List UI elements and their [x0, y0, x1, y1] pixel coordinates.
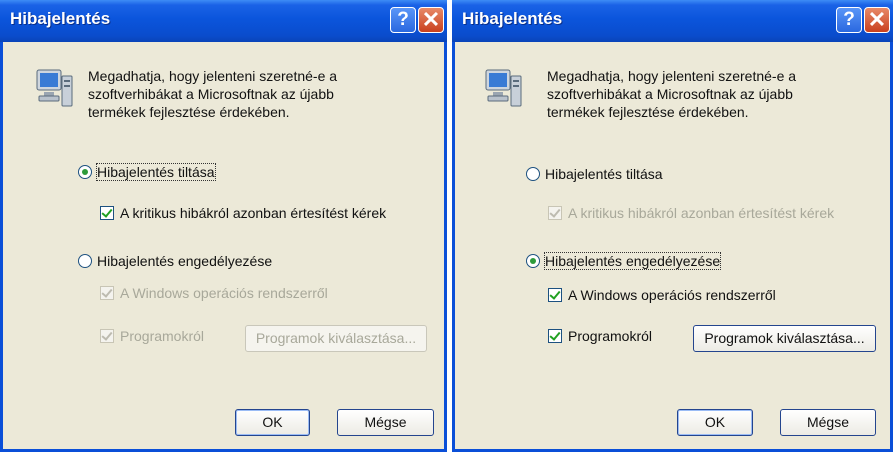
radio-disable-reporting[interactable]: Hibajelentés tiltása: [78, 163, 216, 181]
window-title: Hibajelentés: [462, 9, 563, 28]
checkbox: [100, 329, 114, 343]
title-bar[interactable]: Hibajelentés ? ✕: [452, 0, 893, 42]
radio-button[interactable]: [78, 254, 92, 268]
checkbox: [100, 286, 114, 300]
checkbox-label: A Windows operációs rendszerről: [568, 287, 776, 303]
checkbox-label: Programokról: [568, 328, 653, 344]
checkbox-label: A kritikus hibákról azonban értesítést k…: [120, 205, 387, 221]
radio-button[interactable]: [526, 254, 540, 268]
checkbox-windows-os[interactable]: A Windows operációs rendszerről: [548, 287, 776, 303]
help-button[interactable]: ?: [390, 7, 416, 33]
close-button[interactable]: ✕: [418, 7, 444, 33]
ok-button[interactable]: OK: [677, 409, 753, 436]
radio-enable-reporting[interactable]: Hibajelentés engedélyezése: [526, 252, 722, 270]
checkbox[interactable]: [548, 329, 562, 343]
radio-disable-reporting[interactable]: Hibajelentés tiltása: [526, 166, 663, 182]
checkbox[interactable]: [100, 206, 114, 220]
radio-label: Hibajelentés tiltása: [545, 166, 663, 182]
checkbox-label: A kritikus hibákról azonban értesítést k…: [568, 205, 835, 221]
checkbox-critical-notify[interactable]: A kritikus hibákról azonban értesítést k…: [100, 205, 386, 221]
help-button[interactable]: ?: [836, 7, 862, 33]
radio-enable-reporting[interactable]: Hibajelentés engedélyezése: [78, 253, 272, 269]
error-reporting-dialog-left: Hibajelentés ? ✕ Megadhatja, hogy jelent…: [0, 0, 447, 452]
error-reporting-dialog-right: Hibajelentés ? ✕ Megadhatja, hogy jelent…: [452, 0, 893, 452]
checkbox-windows-os: A Windows operációs rendszerről: [100, 285, 328, 301]
radio-label: Hibajelentés engedélyezése: [543, 252, 722, 270]
checkbox[interactable]: [548, 288, 562, 302]
radio-label: Hibajelentés tiltása: [96, 163, 216, 181]
title-bar[interactable]: Hibajelentés ? ✕: [0, 0, 447, 42]
radio-button[interactable]: [526, 167, 540, 181]
checkbox-programs[interactable]: Programokról: [548, 328, 652, 344]
computer-icon: [485, 69, 522, 107]
checkbox-critical-notify: A kritikus hibákról azonban értesítést k…: [548, 205, 834, 221]
window-title: Hibajelentés: [10, 9, 111, 28]
cancel-button[interactable]: Mégse: [337, 409, 434, 436]
close-button[interactable]: ✕: [864, 7, 890, 33]
choose-programs-button: Programok kiválasztása...: [245, 325, 427, 352]
computer-icon: [36, 69, 73, 107]
ok-button[interactable]: OK: [235, 409, 310, 436]
checkbox-label: Programokról: [120, 328, 205, 344]
radio-label: Hibajelentés engedélyezése: [97, 253, 273, 269]
cancel-button[interactable]: Mégse: [780, 409, 876, 436]
radio-button[interactable]: [78, 165, 92, 179]
description-text: Megadhatja, hogy jelenteni szeretné-e a …: [547, 68, 797, 120]
checkbox-label: A Windows operációs rendszerről: [120, 285, 328, 301]
checkbox: [548, 206, 562, 220]
choose-programs-button[interactable]: Programok kiválasztása...: [693, 325, 876, 352]
checkbox-programs: Programokról: [100, 328, 204, 344]
description-text: Megadhatja, hogy jelenteni szeretné-e a …: [88, 68, 338, 120]
